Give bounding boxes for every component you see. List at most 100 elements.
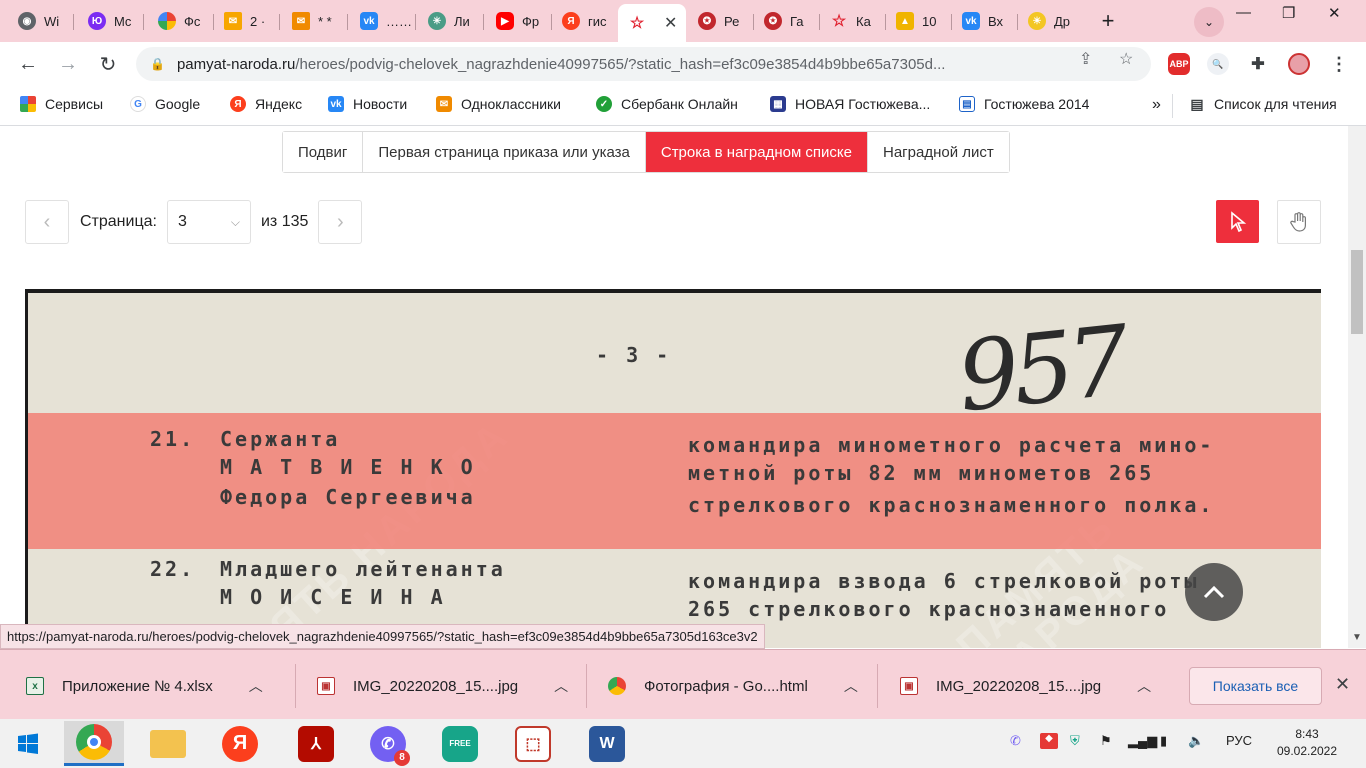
downloads-bar: x Приложение № 4.xlsx ︿ ▣ IMG_20220208_1…: [0, 649, 1366, 719]
reading-list-button[interactable]: ▤ Список для чтения: [1189, 96, 1336, 113]
tab-9[interactable]: Я гис: [552, 6, 618, 36]
anydesk-tray-icon[interactable]: ◆: [1040, 733, 1058, 749]
star-icon: ☆: [831, 13, 847, 30]
start-button[interactable]: [0, 719, 56, 768]
network-bars-icon[interactable]: ▂▄▆: [1128, 733, 1157, 749]
minimize-icon[interactable]: —: [1236, 4, 1251, 21]
tab-award-sheet[interactable]: Наградной лист: [868, 132, 1009, 172]
viber-tray-icon[interactable]: ✆: [1010, 733, 1021, 749]
taskbar-chrome[interactable]: [64, 721, 124, 766]
bookmark-novaya[interactable]: ▦ НОВАЯ Гостюжева...: [770, 96, 930, 112]
tab-search-chevron-icon[interactable]: ⌄: [1194, 7, 1224, 37]
document-scan[interactable]: ПАМЯТЬ НАРОДА ПАМЯТЬ НАРОДА - 3 - 957 21…: [25, 289, 1321, 648]
tab-5[interactable]: ✉ * *: [282, 6, 348, 36]
divider: [1172, 94, 1173, 118]
bookmarks-bar: Сервисы G Google Я Яндекс vk Новости ✉ О…: [0, 86, 1366, 126]
bookmark-sberbank[interactable]: ✓ Сбербанк Онлайн: [596, 96, 738, 112]
tab-8[interactable]: ▶ Фр: [486, 6, 552, 36]
tab-7[interactable]: ✳ Ли: [418, 6, 484, 36]
show-all-downloads-button[interactable]: Показать все: [1189, 667, 1322, 705]
taskbar-acrobat[interactable]: ⅄: [286, 721, 346, 766]
clock[interactable]: 8:43 09.02.2022: [1265, 726, 1349, 760]
scrollbar-thumb[interactable]: [1351, 250, 1363, 334]
bookmark-news[interactable]: vk Новости: [328, 96, 407, 112]
volume-icon[interactable]: 🔈: [1188, 733, 1204, 749]
chevron-up-icon[interactable]: ︿: [844, 676, 858, 696]
close-downloads-icon[interactable]: ✕: [1335, 674, 1350, 695]
taskbar-word[interactable]: W: [577, 721, 637, 766]
avatar[interactable]: [1288, 53, 1310, 75]
page-select[interactable]: 3 ⌵: [166, 200, 251, 244]
next-page-button[interactable]: ›: [318, 200, 363, 244]
forward-icon[interactable]: →: [54, 50, 82, 78]
language-indicator[interactable]: РУС: [1226, 733, 1252, 748]
chevron-up-icon[interactable]: ︿: [554, 676, 568, 696]
scroll-to-top-button[interactable]: [1185, 563, 1243, 621]
search-extension-icon[interactable]: 🔍: [1207, 53, 1229, 75]
bookmark-yandex[interactable]: Я Яндекс: [230, 96, 302, 112]
tab-13[interactable]: ☆ Ка: [820, 6, 886, 36]
prev-page-button[interactable]: ‹: [25, 200, 69, 244]
close-window-icon[interactable]: ✕: [1328, 4, 1341, 22]
taskbar-photos[interactable]: ⬚: [503, 721, 563, 766]
share-icon[interactable]: ⇪: [1079, 49, 1092, 69]
tab-label: Др: [1054, 13, 1071, 29]
restore-icon[interactable]: ❐: [1282, 4, 1295, 22]
bookmarks-overflow-chevron[interactable]: »: [1152, 96, 1161, 114]
close-tab-icon[interactable]: ✕: [664, 13, 677, 33]
download-item[interactable]: ▣ IMG_20220208_15....jpg ︿: [317, 668, 568, 704]
bookmark-google[interactable]: G Google: [130, 96, 200, 112]
taskbar-viber[interactable]: ✆ 8: [358, 721, 418, 766]
tab-first-page-order[interactable]: Первая страница приказа или указа: [363, 132, 646, 172]
bookmark-star-icon[interactable]: ☆: [1119, 49, 1133, 69]
tab-16[interactable]: ☀ Др: [1018, 6, 1084, 36]
tab-1[interactable]: ◉ Wi: [8, 6, 74, 36]
pan-tool-button[interactable]: [1277, 200, 1321, 244]
viber-icon: ✆ 8: [370, 725, 410, 766]
windows-logo-icon: [18, 733, 38, 754]
tab-2[interactable]: Ю Mc: [78, 6, 144, 36]
tab-15[interactable]: vk Вх: [952, 6, 1018, 36]
mail-envelope-icon: ✉: [436, 96, 452, 112]
select-tool-button[interactable]: [1216, 200, 1259, 243]
download-item[interactable]: x Приложение № 4.xlsx ︿: [26, 668, 263, 704]
tab-11[interactable]: ✪ Ре: [688, 6, 754, 36]
taskbar-explorer[interactable]: [138, 721, 198, 766]
sberbank-icon: ✓: [596, 96, 612, 112]
taskbar-vpn[interactable]: FREE: [430, 721, 490, 766]
tab-6[interactable]: vk ……: [350, 6, 416, 36]
back-icon[interactable]: ←: [14, 50, 42, 78]
tab-label: 2 ·: [250, 13, 266, 29]
tab-4[interactable]: ✉ 2 ·: [214, 6, 280, 36]
chevron-up-icon[interactable]: ︿: [249, 676, 263, 696]
tab-12[interactable]: ✪ Га: [754, 6, 820, 36]
yandex-icon: Я: [230, 96, 246, 112]
tab-3[interactable]: Фс: [148, 6, 214, 36]
new-tab-button[interactable]: +: [1094, 7, 1122, 35]
tab-active[interactable]: ☆ ✕: [618, 4, 686, 42]
page-number-mark: - 3 -: [596, 343, 672, 367]
bookmark-gostyuzheva[interactable]: ▤ Гостюжева 2014: [959, 96, 1089, 112]
battery-icon[interactable]: ▮: [1160, 733, 1167, 749]
bookmark-services[interactable]: Сервисы: [20, 96, 103, 112]
download-item[interactable]: Фотография - Go....html ︿: [608, 668, 858, 704]
menu-kebab-icon[interactable]: ⋮: [1328, 53, 1350, 75]
flag-icon[interactable]: ⚑: [1100, 733, 1112, 749]
page-scrollbar[interactable]: ▼: [1348, 126, 1366, 648]
taskbar-yandex[interactable]: Я: [210, 721, 270, 766]
shield-tray-icon[interactable]: ⛨: [1070, 733, 1080, 749]
row-position-line: командира взвода 6 стрелковой роты: [688, 569, 1200, 593]
address-bar[interactable]: 🔒 pamyat-naroda.ru/heroes/podvig-chelove…: [136, 47, 1151, 81]
reload-icon[interactable]: ↻: [94, 50, 122, 78]
row-rank: Младшего лейтенанта: [220, 557, 506, 581]
adblock-icon[interactable]: ABP: [1168, 53, 1190, 75]
bookmark-odnoklassniki[interactable]: ✉ Одноклассники: [436, 96, 561, 112]
extensions-puzzle-icon[interactable]: ✚: [1247, 53, 1269, 75]
tab-award-list-row[interactable]: Строка в наградном списке: [645, 132, 868, 172]
chevron-up-icon[interactable]: ︿: [1137, 676, 1151, 696]
status-bar-url: https://pamyat-naroda.ru/heroes/podvig-c…: [0, 624, 765, 649]
tab-podvig[interactable]: Подвиг: [283, 132, 364, 172]
tab-14[interactable]: ▲ 10: [886, 6, 952, 36]
scroll-down-arrow-icon[interactable]: ▼: [1352, 632, 1362, 643]
download-item[interactable]: ▣ IMG_20220208_15....jpg ︿: [900, 668, 1151, 704]
